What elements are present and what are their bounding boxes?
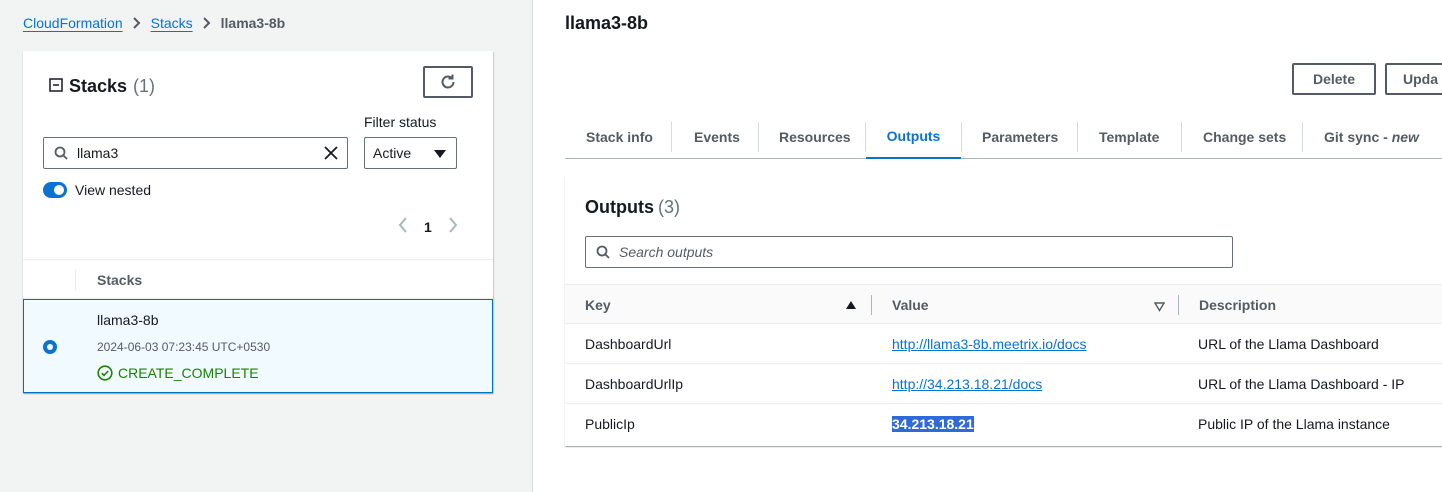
output-key: PublicIp — [585, 416, 635, 432]
tab-list: Stack info Events Resources Outputs Para… — [565, 115, 1442, 159]
collapse-icon[interactable] — [49, 78, 63, 95]
stack-created-date: 2024-06-03 07:23:45 UTC+0530 — [97, 340, 271, 354]
chevron-right-icon[interactable] — [448, 217, 458, 236]
stacks-column-header: Stacks — [97, 272, 143, 288]
search-value: llama3 — [77, 145, 119, 161]
stacks-header: Stacks (1) — [49, 76, 155, 97]
output-value-link[interactable]: http://34.213.18.21/docs — [892, 376, 1042, 392]
output-description: URL of the Llama Dashboard - IP — [1198, 376, 1405, 392]
sort-ascending-icon[interactable] — [846, 301, 856, 309]
table-row: PublicIp 34.213.18.21 Public IP of the L… — [565, 404, 1442, 444]
delete-button[interactable]: Delete — [1292, 63, 1376, 95]
breadcrumb-stacks[interactable]: Stacks — [151, 15, 193, 31]
stack-detail-panel: llama3-8b Delete Upda Stack info Events … — [534, 0, 1442, 492]
success-check-icon — [97, 365, 113, 381]
page-title: llama3-8b — [565, 13, 649, 33]
stacks-navigation-panel: CloudFormation Stacks llama3-8b Stacks (… — [0, 0, 533, 492]
tab-divider — [1302, 122, 1303, 152]
view-nested-toggle-row: View nested — [43, 182, 151, 198]
search-icon — [596, 245, 610, 259]
stacks-card: Stacks (1) Filter status llama3 Active V… — [23, 51, 493, 393]
view-nested-label: View nested — [75, 182, 152, 198]
tab-git-sync[interactable]: Git sync - new — [1324, 115, 1419, 159]
stack-radio-selected[interactable] — [43, 340, 57, 354]
stack-row[interactable]: llama3-8b 2024-06-03 07:23:45 UTC+0530 C… — [23, 299, 493, 393]
stack-name[interactable]: llama3-8b — [97, 312, 158, 328]
refresh-button[interactable] — [423, 66, 473, 98]
tab-divider — [961, 122, 962, 152]
column-divider[interactable] — [871, 295, 872, 315]
outputs-count: (3) — [658, 197, 680, 217]
chevron-left-icon[interactable] — [398, 217, 408, 236]
tab-resources[interactable]: Resources — [779, 115, 851, 159]
output-description: URL of the Llama Dashboard — [1198, 336, 1379, 352]
stacks-count: (1) — [133, 76, 156, 96]
outputs-search-input[interactable]: Search outputs — [585, 236, 1233, 268]
page-number[interactable]: 1 — [424, 219, 432, 235]
breadcrumb-current: llama3-8b — [220, 15, 286, 31]
update-button[interactable]: Upda — [1385, 63, 1442, 95]
tab-divider — [671, 122, 672, 152]
search-icon — [54, 146, 68, 160]
output-key: DashboardUrl — [585, 336, 672, 352]
tab-change-sets[interactable]: Change sets — [1203, 115, 1286, 159]
filter-status-select[interactable]: Active — [364, 137, 457, 169]
output-value-selected[interactable]: 34.213.18.21 — [892, 416, 974, 432]
tab-template[interactable]: Template — [1099, 115, 1159, 159]
clear-icon[interactable] — [323, 145, 339, 164]
filter-status-label: Filter status — [364, 114, 437, 130]
breadcrumb-cloudformation[interactable]: CloudFormation — [23, 15, 123, 31]
view-nested-toggle[interactable] — [43, 182, 67, 198]
tab-git-sync-label: Git sync - — [1324, 129, 1388, 145]
refresh-icon — [441, 74, 455, 89]
tab-divider — [1077, 122, 1078, 152]
tab-stack-info[interactable]: Stack info — [586, 115, 653, 159]
outputs-search-placeholder: Search outputs — [619, 244, 714, 260]
tab-divider — [1181, 122, 1182, 152]
sort-icon[interactable] — [1153, 299, 1166, 315]
stacks-title: Stacks — [69, 76, 128, 96]
tab-parameters[interactable]: Parameters — [982, 115, 1058, 159]
column-header-key[interactable]: Key — [585, 297, 611, 313]
tab-new-badge: new — [1391, 129, 1419, 145]
table-row: DashboardUrlIp http://34.213.18.21/docs … — [565, 364, 1442, 404]
outputs-card: Outputs (3) Search outputs Key Value Desc… — [565, 176, 1442, 446]
tab-outputs[interactable]: Outputs — [866, 115, 961, 159]
tab-events[interactable]: Events — [694, 115, 740, 159]
chevron-right-icon — [202, 17, 211, 29]
stacks-table-header: Stacks — [23, 259, 493, 299]
tab-divider — [758, 122, 759, 152]
outputs-table-header: Key Value Description — [565, 284, 1442, 324]
stack-search-input[interactable]: llama3 — [43, 137, 348, 169]
pagination: 1 — [398, 217, 458, 236]
outputs-header: Outputs (3) — [585, 197, 680, 218]
stack-status-text: CREATE_COMPLETE — [118, 365, 259, 381]
column-header-value[interactable]: Value — [892, 297, 929, 313]
output-key: DashboardUrlIp — [585, 376, 684, 392]
table-row: DashboardUrl http://llama3-8b.meetrix.io… — [565, 324, 1442, 364]
column-divider[interactable] — [1178, 295, 1179, 315]
outputs-title: Outputs — [585, 197, 654, 217]
output-description: Public IP of the Llama instance — [1198, 416, 1390, 432]
filter-status-value: Active — [373, 145, 412, 161]
output-value-link[interactable]: http://llama3-8b.meetrix.io/docs — [892, 336, 1087, 352]
column-divider — [75, 270, 76, 290]
column-header-description[interactable]: Description — [1199, 297, 1276, 313]
caret-down-icon — [434, 150, 446, 158]
breadcrumb: CloudFormation Stacks llama3-8b — [23, 15, 285, 31]
chevron-right-icon — [132, 17, 141, 29]
stack-status: CREATE_COMPLETE — [97, 365, 259, 381]
